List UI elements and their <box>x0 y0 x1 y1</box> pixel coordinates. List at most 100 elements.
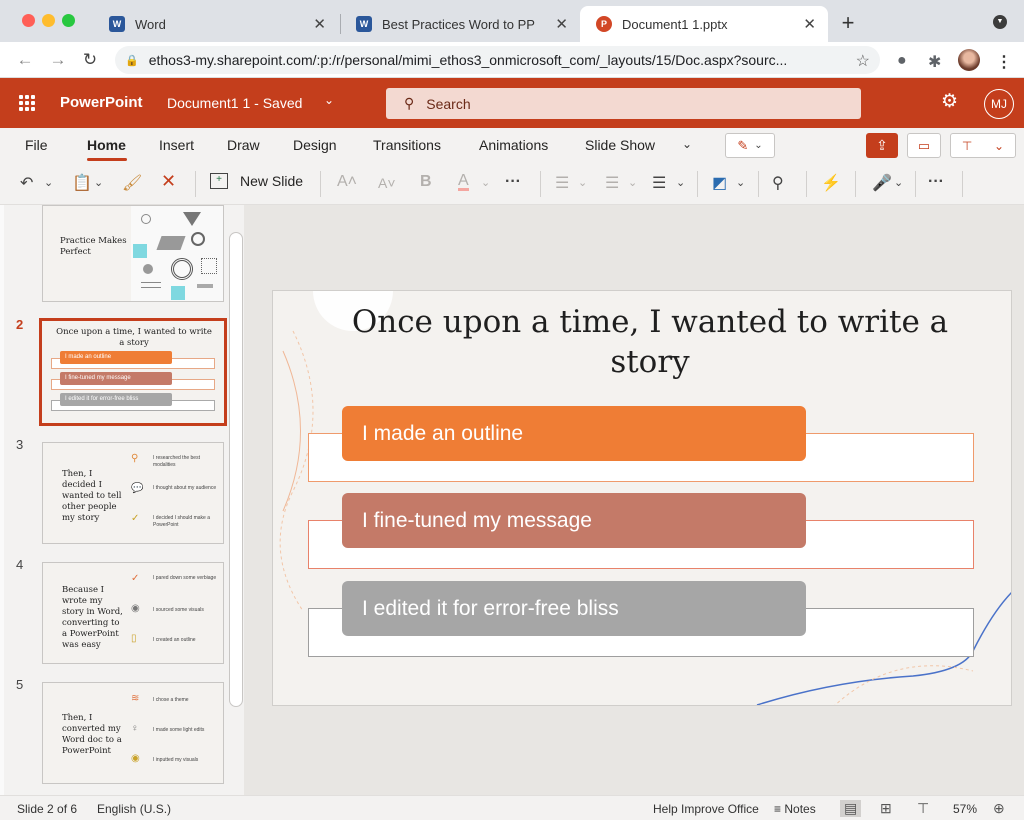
tab-animations[interactable]: Animations <box>479 137 548 153</box>
slide-thumbnail-1[interactable]: Practice Makes Perfect <box>42 205 224 302</box>
slide-thumbnail-5[interactable]: Then, I converted my Word doc to a Power… <box>42 682 224 784</box>
tab-draw[interactable]: Draw <box>227 137 260 153</box>
close-icon[interactable]: ✕ <box>555 15 568 33</box>
more-options-icon[interactable]: ··· <box>505 173 521 191</box>
zoom-level[interactable]: 57% <box>953 802 977 816</box>
thumbnail-item: I sourced some visuals <box>153 607 204 613</box>
slide-sorter-icon[interactable]: ⊞ <box>880 800 892 817</box>
font-color-icon[interactable]: A <box>458 173 469 191</box>
window-minimize-button[interactable] <box>42 14 55 27</box>
chevron-down-icon: ⌄ <box>754 140 763 151</box>
delete-icon[interactable]: ✕ <box>161 171 176 192</box>
browser-profile-avatar[interactable] <box>958 49 980 71</box>
normal-view-icon[interactable]: ▤ <box>840 800 862 817</box>
help-improve-office-link[interactable]: Help Improve Office <box>653 802 759 816</box>
slide-thumbnail-2[interactable]: Once upon a time, I wanted to write a st… <box>39 318 227 426</box>
grow-font-icon[interactable]: A˄ <box>337 173 357 191</box>
window-zoom-button[interactable] <box>62 14 75 27</box>
puzzle-icon[interactable]: ✱ <box>928 52 941 72</box>
chevron-down-icon[interactable]: ⌄ <box>676 176 685 189</box>
check-icon: ✓ <box>131 573 140 584</box>
gear-icon[interactable]: ⚙ <box>941 90 958 113</box>
chevron-down-icon[interactable]: ⌄ <box>736 176 745 189</box>
clipboard-icon[interactable]: 📋 <box>72 173 92 193</box>
divider <box>758 171 759 197</box>
tab-transitions[interactable]: Transitions <box>373 137 441 153</box>
chevron-down-icon[interactable]: ⌄ <box>324 93 334 107</box>
more-options-icon[interactable]: ··· <box>928 173 944 191</box>
address-bar: ← → ↻ 🔒 ethos3-my.sharepoint.com/:p:/r/p… <box>0 42 1024 78</box>
reload-icon[interactable]: ↻ <box>80 50 100 70</box>
new-tab-icon[interactable]: + <box>838 10 858 36</box>
shapes-icon[interactable]: ◩ <box>712 173 727 193</box>
tab-file[interactable]: File <box>25 137 48 153</box>
undo-icon[interactable]: ↶ <box>20 173 33 193</box>
reading-view-icon[interactable]: ⊤ <box>917 800 929 817</box>
chevron-down-icon[interactable]: ⌄ <box>578 176 587 189</box>
align-icon[interactable]: ☰ <box>652 173 666 193</box>
browser-tab-best-practices[interactable]: W Best Practices Word to PP ✕ <box>340 6 580 42</box>
slide-thumbnail-4[interactable]: Because I wrote my story in Word, conver… <box>42 562 224 664</box>
tab-slide-show[interactable]: Slide Show <box>585 137 655 153</box>
url-field[interactable]: 🔒 ethos3-my.sharepoint.com/:p:/r/persona… <box>115 46 880 74</box>
chevron-down-icon[interactable]: ⌄ <box>682 137 692 151</box>
window-close-button[interactable] <box>22 14 35 27</box>
bullets-icon[interactable]: ☰ <box>555 173 569 193</box>
designer-icon[interactable]: ⚡ <box>821 173 841 193</box>
content-bar-2[interactable]: I fine-tuned my message <box>342 493 806 548</box>
tab-home[interactable]: Home <box>87 137 126 153</box>
format-painter-icon[interactable]: 🖌 <box>122 173 142 193</box>
browser-menu-icon[interactable]: ⋮ <box>996 52 1012 72</box>
notes-button[interactable]: ≡ Notes <box>774 802 816 816</box>
close-icon[interactable]: ✕ <box>313 15 326 33</box>
slide-thumbnail-3[interactable]: Then, I decided I wanted to tell other p… <box>42 442 224 544</box>
divider <box>806 171 807 197</box>
tab-title: Word <box>135 16 166 32</box>
browser-tab-document[interactable]: P Document1 1.pptx ✕ <box>580 6 828 42</box>
language-button[interactable]: English (U.S.) <box>97 802 171 816</box>
chevron-down-icon[interactable]: ⌄ <box>94 176 103 189</box>
find-icon[interactable]: ⚲ <box>772 173 784 193</box>
extension-icon[interactable]: ● <box>897 52 907 70</box>
bookmark-star-icon[interactable]: ☆ <box>856 51 870 71</box>
thumbnail-item: I pared down some verbiage <box>153 575 217 581</box>
document-title[interactable]: Document1 1 - Saved <box>167 95 302 111</box>
status-bar: Slide 2 of 6 English (U.S.) Help Improve… <box>0 795 1024 820</box>
layers-icon: ≋ <box>131 693 140 704</box>
comments-button[interactable]: ▭ <box>907 133 941 158</box>
avatar[interactable]: MJ <box>984 89 1014 119</box>
microphone-icon[interactable]: 🎤 <box>872 173 892 193</box>
content-bar-3[interactable]: I edited it for error-free bliss <box>342 581 806 636</box>
thumbnail-scrollbar[interactable] <box>229 232 243 707</box>
content-bar-1[interactable]: I made an outline <box>342 406 806 461</box>
chevron-down-icon[interactable]: ⌄ <box>481 176 490 189</box>
present-button[interactable]: ⊤ ⌄ <box>950 133 1016 158</box>
forward-icon[interactable]: → <box>48 50 68 70</box>
browser-tab-word[interactable]: W Word ✕ <box>93 6 338 42</box>
thumbnail-number: 4 <box>16 557 24 572</box>
bold-icon[interactable]: B <box>420 173 432 191</box>
tab-insert[interactable]: Insert <box>159 137 194 153</box>
chevron-down-icon[interactable]: ⌄ <box>44 176 53 189</box>
tab-search-icon[interactable]: ▼ <box>993 15 1007 29</box>
slide-title[interactable]: Once upon a time, I wanted to write a st… <box>335 302 965 382</box>
share-button[interactable]: ⇪ <box>866 133 898 158</box>
pen-icon: ✎ <box>737 137 749 153</box>
fit-to-window-icon[interactable]: ⊕ <box>993 800 1005 817</box>
app-launcher-icon[interactable] <box>19 95 35 111</box>
chevron-down-icon[interactable]: ⌄ <box>628 176 637 189</box>
tab-design[interactable]: Design <box>293 137 337 153</box>
app-name[interactable]: PowerPoint <box>60 94 143 111</box>
editing-mode-button[interactable]: ✎ ⌄ <box>725 133 775 158</box>
check-icon: ✓ <box>131 513 140 524</box>
new-slide-button[interactable]: + New Slide <box>210 173 303 189</box>
shrink-font-icon[interactable]: A˅ <box>378 175 396 191</box>
numbering-icon[interactable]: ☰ <box>605 173 619 193</box>
close-icon[interactable]: ✕ <box>803 15 816 33</box>
chevron-down-icon[interactable]: ⌄ <box>894 176 903 189</box>
app-header: PowerPoint Document1 1 - Saved ⌄ ⚲ Searc… <box>0 78 1024 128</box>
word-icon: W <box>356 16 372 32</box>
search-input[interactable]: ⚲ Search <box>386 88 861 119</box>
back-icon[interactable]: ← <box>15 50 35 70</box>
thumbnail-number: 3 <box>16 437 24 452</box>
